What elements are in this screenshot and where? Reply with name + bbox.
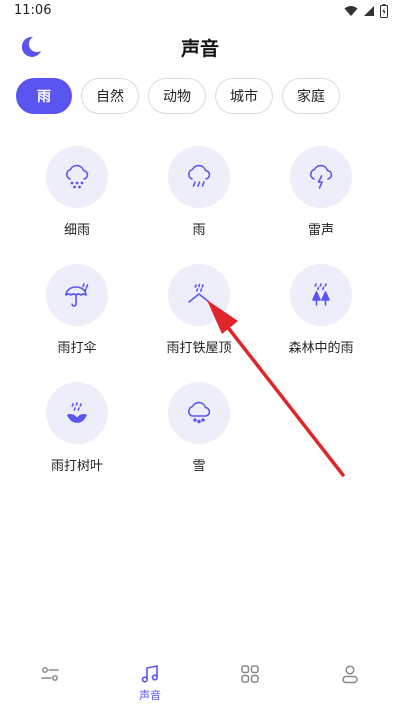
wifi-icon — [344, 6, 358, 16]
sound-item-drizzle[interactable]: 细雨 — [16, 146, 138, 251]
sound-item-thunder[interactable]: 雷声 — [260, 146, 382, 251]
nav-label-sounds: 声音 — [139, 689, 161, 702]
sound-icon-button[interactable] — [290, 264, 352, 326]
snow-cloud-icon — [188, 401, 211, 424]
nav-item-sliders[interactable] — [0, 656, 100, 711]
tab-city[interactable]: 城市 — [215, 78, 273, 114]
sound-label: 森林中的雨 — [288, 341, 354, 356]
sound-item-roof-rain[interactable]: 雨打铁屋顶 — [138, 264, 260, 369]
sound-icon-button[interactable] — [46, 382, 108, 444]
sound-icon-button[interactable] — [46, 146, 108, 208]
sound-label: 雪 — [192, 459, 206, 474]
sound-label: 细雨 — [63, 223, 90, 238]
rain-cloud-icon — [188, 164, 211, 187]
sound-label: 雨打铁屋顶 — [166, 341, 232, 356]
sliders-icon — [41, 667, 59, 681]
sound-item-forest-rain[interactable]: 森林中的雨 — [260, 264, 382, 369]
sound-icon-button[interactable] — [168, 264, 230, 326]
nav-item-profile[interactable] — [300, 656, 400, 711]
tab-rain[interactable]: 雨 — [16, 78, 72, 114]
sound-icon-button[interactable] — [168, 146, 230, 208]
status-icons — [344, 4, 388, 18]
nav-item-sounds[interactable]: 声音 — [100, 656, 200, 711]
leaves-rain-icon — [67, 402, 87, 423]
status-time: 11:06 — [14, 3, 52, 18]
sound-icon-button[interactable] — [168, 382, 230, 444]
music-note-icon — [141, 665, 158, 683]
thunder-cloud-icon — [310, 164, 333, 189]
roof-rain-icon — [188, 283, 210, 303]
sound-item-rain[interactable]: 雨 — [138, 146, 260, 251]
grid-apps-icon — [241, 665, 259, 683]
tab-nature[interactable]: 自然 — [81, 78, 139, 114]
page-title: 声音 — [180, 38, 219, 60]
battery-icon — [380, 4, 388, 18]
user-icon — [342, 665, 358, 684]
sound-icon-button[interactable] — [290, 146, 352, 208]
category-tabs: 雨 自然 动物 城市 家庭 — [16, 78, 340, 114]
sound-label: 雷声 — [307, 223, 334, 238]
sound-label: 雨 — [192, 223, 206, 238]
sound-grid: 细雨 雨 雷声 雨打伞 雨打铁屋顶 森林中的雨 雨打树叶 雪 — [16, 146, 384, 487]
umbrella-rain-icon — [65, 283, 89, 307]
forest-rain-icon — [312, 283, 330, 306]
bottom-nav: 声音 — [0, 656, 400, 711]
sound-item-leaves-rain[interactable]: 雨打树叶 — [16, 382, 138, 487]
sound-icon-button[interactable] — [46, 264, 108, 326]
drizzle-cloud-icon — [66, 164, 89, 189]
status-bar: 11:06 — [0, 0, 400, 24]
signal-icon — [364, 6, 374, 16]
sound-item-umbrella-rain[interactable]: 雨打伞 — [16, 264, 138, 369]
tab-animals[interactable]: 动物 — [148, 78, 206, 114]
tab-home[interactable]: 家庭 — [282, 78, 340, 114]
sound-item-snow[interactable]: 雪 — [138, 382, 260, 487]
header: z z 声音 — [0, 24, 400, 72]
sound-label: 雨打伞 — [57, 341, 97, 356]
sound-label: 雨打树叶 — [50, 459, 103, 474]
nav-item-apps[interactable] — [200, 656, 300, 711]
